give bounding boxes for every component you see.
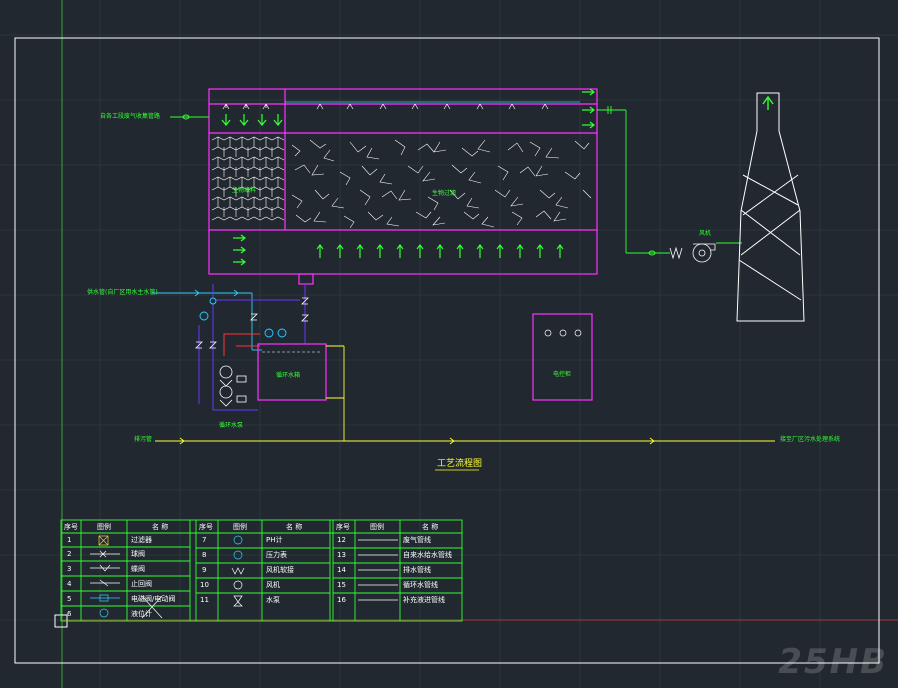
drain-line	[155, 345, 775, 445]
legend-row-name: 止回阀	[131, 580, 152, 588]
diagram-title: 工艺流程图	[437, 459, 483, 469]
legend-row-no: 9	[202, 566, 207, 574]
legend-row-no: 2	[67, 550, 72, 558]
header-name-3: 名 称	[422, 523, 439, 531]
legend-row-name: 电磁阀/电动阀	[131, 595, 176, 603]
legend-row-no: 3	[67, 565, 72, 573]
water-supply-line	[152, 289, 262, 351]
legend-row-no: 8	[202, 551, 207, 559]
header-no-3: 序号	[336, 523, 350, 531]
exhaust-inlet-line	[170, 114, 209, 120]
legend-row-no: 5	[67, 595, 72, 603]
label-fan: 风机	[699, 230, 712, 237]
legend-row-no: 10	[200, 581, 209, 589]
label-exhaust-inlet: 自各工段废气收集管路	[100, 113, 161, 120]
legend-row-name: 风机软接	[266, 566, 294, 574]
header-name: 名 称	[152, 523, 169, 531]
watermark-logo: 25HB	[778, 642, 888, 682]
legend-row-name: 压力表	[266, 551, 287, 559]
legend-row-name: 补充液进管线	[403, 596, 445, 604]
legend-row-no: 14	[337, 566, 346, 574]
header-name-2: 名 称	[286, 523, 303, 531]
label-packing-left: 生物填料	[232, 187, 257, 194]
header-symbol-2: 图例	[233, 523, 247, 531]
header-symbol: 图例	[97, 523, 111, 531]
control-panel	[532, 313, 593, 401]
header-no: 序号	[64, 523, 78, 531]
biofilter-box	[208, 88, 598, 285]
legend-row-no: 1	[67, 536, 72, 544]
label-tank: 循环水箱	[276, 372, 301, 379]
legend-row-no: 15	[337, 581, 346, 589]
label-sewer: 接至厂区污水处理系统	[780, 436, 841, 443]
legend-row-name: 蝶阀	[131, 565, 145, 573]
fan-symbol	[669, 243, 716, 263]
media-packing	[291, 139, 592, 229]
legend-row-name: PH计	[266, 536, 283, 544]
legend-row-name: 自来水给水管线	[403, 551, 452, 559]
legend-row-name: 液位计	[131, 610, 152, 618]
legend-row-no: 7	[202, 536, 207, 544]
red-lines	[223, 333, 260, 356]
legend-row-name: 废气管线	[403, 536, 431, 544]
legend-table-grid	[60, 519, 463, 622]
label-panel: 电控柜	[553, 371, 572, 378]
legend-row-name: 循环水管线	[403, 581, 438, 589]
legend-row-no: 4	[67, 580, 72, 588]
legend-row-no: 12	[337, 536, 346, 544]
honeycomb-packing	[211, 136, 285, 221]
legend-row-no: 13	[337, 551, 346, 559]
label-water-inlet: 供水管(自厂区用水主水管)	[87, 289, 158, 296]
exhaust-outlet-line	[597, 106, 742, 256]
legend-row-name: 过滤器	[131, 536, 152, 544]
legend-row-no: 11	[200, 596, 209, 604]
label-drain: 排污管	[134, 436, 153, 443]
legend-row-name: 球阀	[131, 550, 145, 558]
label-packing-main: 生物过滤	[432, 190, 457, 197]
legend-row-name: 排水管线	[403, 566, 431, 574]
legend-row-no: 6	[67, 610, 72, 618]
label-pump: 循环水泵	[219, 422, 244, 429]
spray-nozzles	[222, 103, 549, 110]
legend-row-no: 16	[337, 596, 346, 604]
header-symbol-3: 图例	[370, 523, 384, 531]
legend-row-name: 水泵	[266, 596, 280, 604]
pumps	[219, 365, 247, 407]
exhaust-stack	[736, 92, 805, 322]
header-no-2: 序号	[199, 523, 213, 531]
legend-row-name: 风机	[266, 581, 280, 589]
